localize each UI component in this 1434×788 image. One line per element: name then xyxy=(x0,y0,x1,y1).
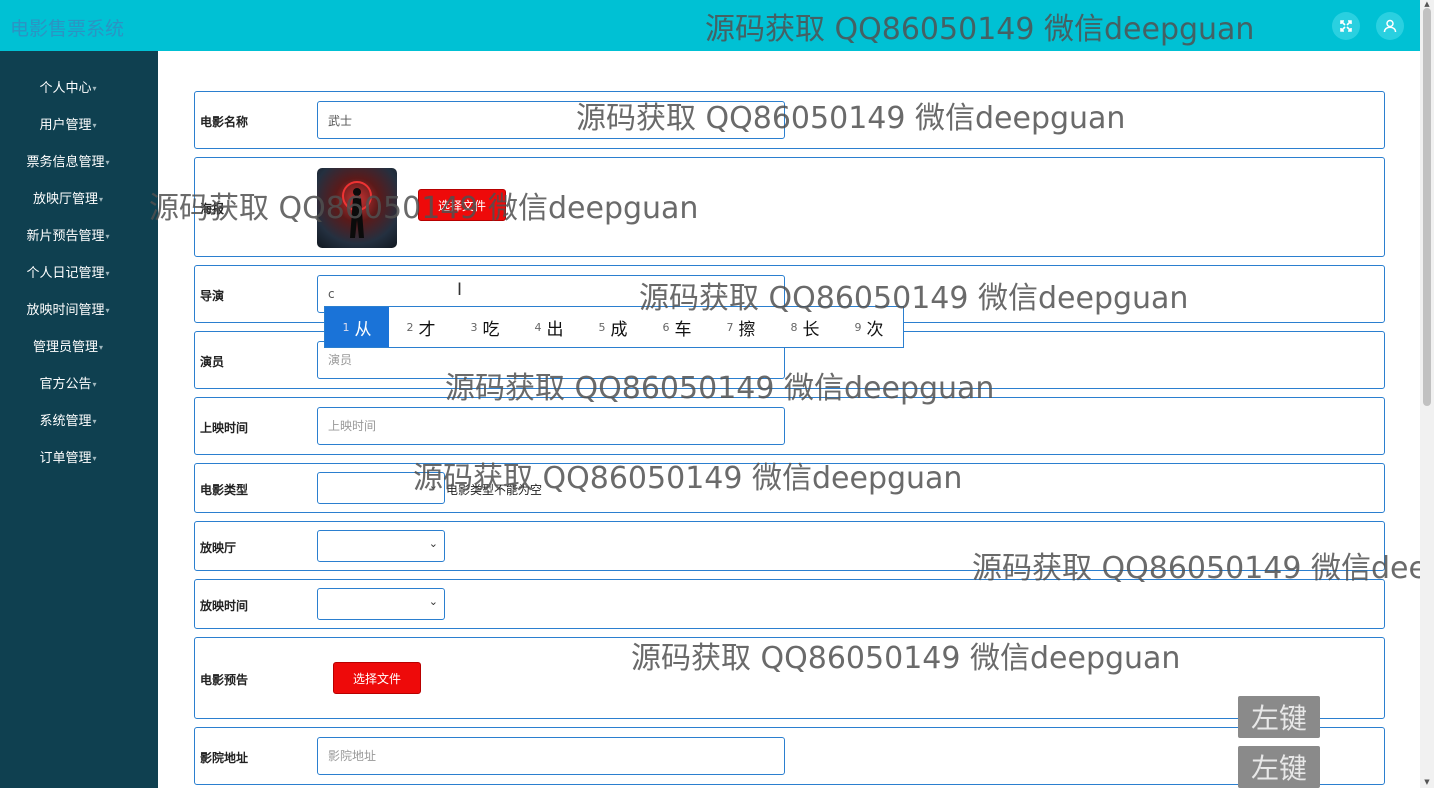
caret-icon: ▾ xyxy=(105,158,110,167)
user-icon[interactable] xyxy=(1376,12,1404,40)
caret-icon: ▾ xyxy=(92,380,97,389)
field-label: 电影类型 xyxy=(200,483,249,497)
sidebar-item-admins[interactable]: 管理员管理▾ xyxy=(0,336,136,355)
field-label: 放映厅 xyxy=(200,541,237,555)
app-title: 电影售票系统 xyxy=(10,18,125,40)
sidebar-item-diaries[interactable]: 个人日记管理▾ xyxy=(0,262,136,281)
sidebar-item-showtimes[interactable]: 放映时间管理▾ xyxy=(0,299,136,318)
caret-icon: ▾ xyxy=(105,269,110,278)
caret-icon: ▾ xyxy=(92,84,97,93)
field-label: 放映时间 xyxy=(200,599,249,613)
show-time-select[interactable]: ⌄ xyxy=(317,588,445,620)
chevron-down-icon: ⌄ xyxy=(428,595,438,608)
cinema-address-input[interactable] xyxy=(317,737,785,775)
sidebar-item-personal-center[interactable]: 个人中心▾ xyxy=(0,77,136,96)
watermark: 源码获取 QQ86050149 微信deepguan xyxy=(413,461,963,496)
caret-icon: ▾ xyxy=(99,343,104,352)
watermark: 源码获取 QQ86050149 微信deepguan xyxy=(705,12,1255,47)
left-click-badge: 左键 xyxy=(1238,696,1320,738)
ime-candidate[interactable]: 1从 xyxy=(325,307,389,347)
caret-icon: ▾ xyxy=(92,121,97,130)
watermark: 源码获取 QQ86050149 微信deepguan xyxy=(149,191,699,226)
watermark: 源码获取 QQ86050149 微信deepguan xyxy=(445,371,995,406)
release-time-input[interactable] xyxy=(317,407,785,445)
hall-select[interactable]: ⌄ xyxy=(317,530,445,562)
ime-candidate[interactable]: 2才 xyxy=(389,307,453,347)
sidebar-item-trailers[interactable]: 新片预告管理▾ xyxy=(0,225,136,244)
form-row-cinema-address: 影院地址 xyxy=(194,727,1385,785)
trailer-upload-button[interactable]: 选择文件 xyxy=(333,662,421,694)
caret-icon: ▾ xyxy=(92,417,97,426)
caret-icon: ▾ xyxy=(105,306,110,315)
sidebar: 个人中心▾ 用户管理▾ 票务信息管理▾ 放映厅管理▾ 新片预告管理▾ 个人日记管… xyxy=(0,51,158,788)
left-click-badge: 左键 xyxy=(1238,746,1320,788)
caret-icon: ▾ xyxy=(105,232,110,241)
ime-candidate[interactable]: 4出 xyxy=(517,307,581,347)
sidebar-item-tickets[interactable]: 票务信息管理▾ xyxy=(0,151,136,170)
text-cursor-icon: I xyxy=(457,280,463,300)
field-label: 影院地址 xyxy=(200,751,249,765)
watermark: 源码获取 QQ86050149 微信deep xyxy=(972,551,1434,586)
ime-candidate[interactable]: 5成 xyxy=(581,307,645,347)
field-label: 导演 xyxy=(200,289,225,303)
field-label: 电影名称 xyxy=(200,115,249,129)
field-label: 上映时间 xyxy=(200,421,249,435)
field-label: 演员 xyxy=(200,355,225,369)
sidebar-item-system[interactable]: 系统管理▾ xyxy=(0,410,136,429)
caret-icon: ▾ xyxy=(99,195,104,204)
sidebar-item-announcements[interactable]: 官方公告▾ xyxy=(0,373,136,392)
watermark: 源码获取 QQ86050149 微信deepguan xyxy=(639,281,1189,316)
chevron-down-icon: ⌄ xyxy=(428,537,438,550)
watermark: 源码获取 QQ86050149 微信deepguan xyxy=(576,101,1126,136)
expand-icon[interactable] xyxy=(1332,12,1360,40)
ime-candidate[interactable]: 3吃 xyxy=(453,307,517,347)
scroll-up-icon[interactable]: ▲ xyxy=(1423,0,1431,8)
sidebar-item-users[interactable]: 用户管理▾ xyxy=(0,114,136,133)
scroll-down-icon[interactable]: ▼ xyxy=(1423,778,1431,786)
field-label: 电影预告 xyxy=(200,673,249,687)
caret-icon: ▾ xyxy=(92,454,97,463)
watermark: 源码获取 QQ86050149 微信deepguan xyxy=(631,641,1181,676)
scrollbar-thumb[interactable] xyxy=(1423,8,1431,406)
sidebar-item-halls[interactable]: 放映厅管理▾ xyxy=(0,188,136,207)
sidebar-item-orders[interactable]: 订单管理▾ xyxy=(0,447,136,466)
